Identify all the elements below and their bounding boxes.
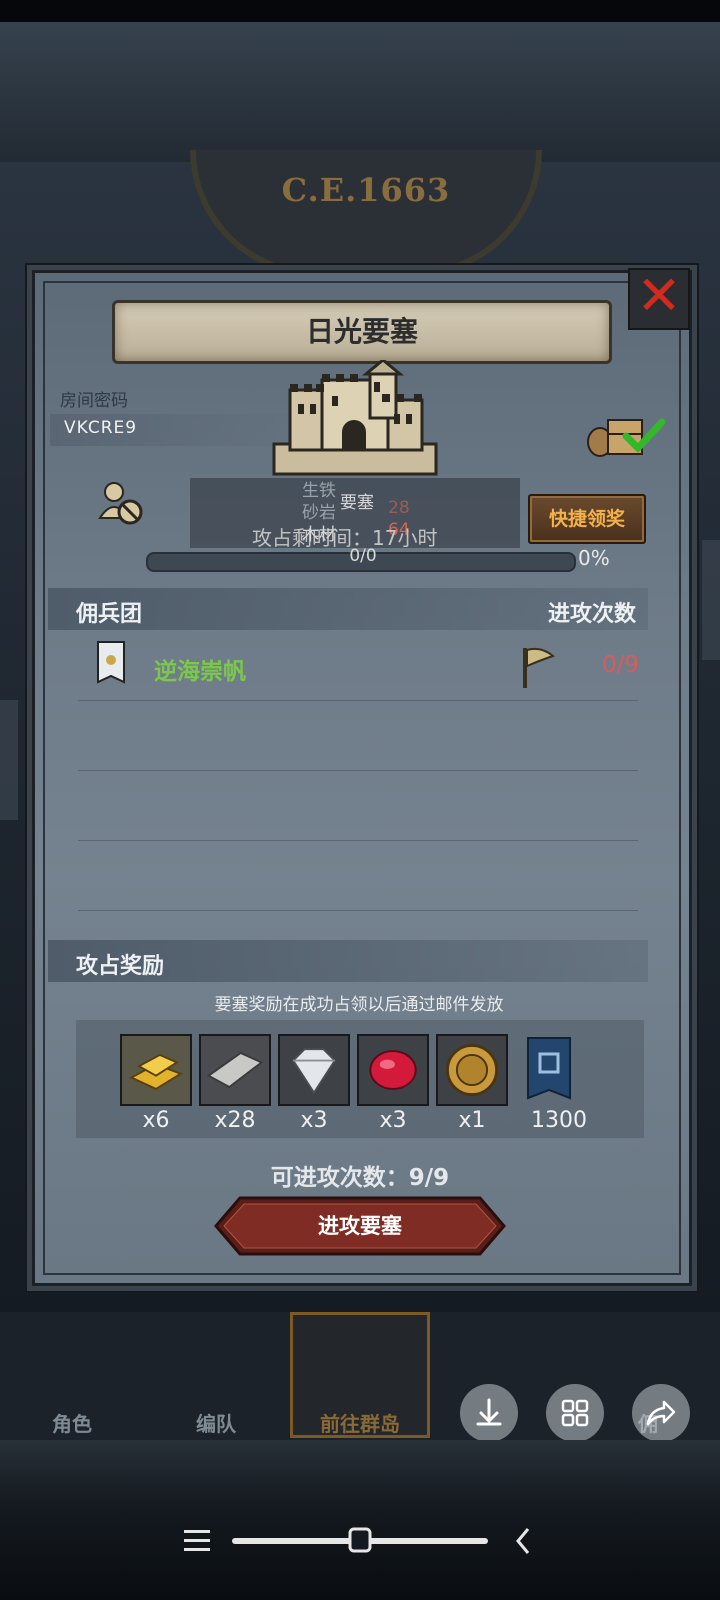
back-icon[interactable] <box>516 1528 530 1554</box>
side-decoration-right <box>702 540 720 660</box>
nav-tab-character[interactable]: 角色 <box>2 1408 142 1437</box>
system-navigation-bar <box>184 1527 530 1554</box>
room-code-label: 房间密码 <box>60 391 128 411</box>
download-button[interactable] <box>460 1384 518 1442</box>
castle-icon <box>272 360 438 476</box>
menu-icon[interactable] <box>184 1530 210 1551</box>
year-label: C.E.1663 <box>281 171 451 209</box>
list-divider <box>78 700 638 701</box>
info-sandstone-value: 28 <box>388 498 410 518</box>
list-divider <box>78 910 638 911</box>
banner-icon[interactable] <box>522 1034 576 1106</box>
status-bar <box>0 0 720 22</box>
attack-fortress-label[interactable]: 进攻要塞 <box>214 1196 506 1256</box>
medal-icon[interactable] <box>436 1034 508 1106</box>
home-icon[interactable] <box>348 1527 372 1553</box>
attacks-header: 进攻次数 <box>548 602 637 627</box>
dialog-title-banner: 日光要塞 <box>112 300 612 364</box>
reward-qty: x3 <box>300 1108 328 1133</box>
list-divider <box>78 770 638 771</box>
list-divider <box>78 840 638 841</box>
reward-qty: x1 <box>458 1108 486 1133</box>
dialog-title: 日光要塞 <box>305 315 418 348</box>
nav-tab-islands[interactable]: 前往群岛 <box>290 1408 430 1437</box>
mercenary-attack-count: 0/9 <box>602 652 640 678</box>
download-icon <box>476 1398 502 1426</box>
nav-tab-formation[interactable]: 编队 <box>146 1408 286 1437</box>
gold-bar-icon[interactable] <box>120 1034 192 1106</box>
grid-icon <box>561 1399 589 1427</box>
info-fortress-label: 要塞 <box>340 493 374 513</box>
close-icon: ✕ <box>636 264 682 327</box>
quick-claim-button[interactable]: 快捷领奖 <box>528 494 646 544</box>
share-icon <box>646 1400 676 1426</box>
rewards-header: 攻占奖励 <box>76 954 165 979</box>
guild-banner-icon <box>97 641 125 684</box>
reward-qty: x3 <box>379 1108 407 1133</box>
occupation-progress-text: 0/0 <box>349 546 377 566</box>
attack-flag-icon <box>523 647 556 688</box>
diamond-icon[interactable] <box>278 1034 350 1106</box>
room-code-value[interactable]: VKCRE9 <box>64 418 137 438</box>
top-background <box>0 22 720 162</box>
iron-bar-icon[interactable] <box>199 1034 271 1106</box>
ruby-icon[interactable] <box>357 1034 429 1106</box>
no-team-icon <box>98 482 143 525</box>
mercenary-header: 佣兵团 <box>76 602 143 627</box>
reward-qty: x28 <box>214 1108 256 1133</box>
remaining-attacks: 可进攻次数：9/9 <box>270 1165 450 1191</box>
occupation-progress-percent: 0% <box>578 546 610 570</box>
close-button[interactable]: ✕ <box>628 268 690 330</box>
mercenary-name[interactable]: 逆海崇帆 <box>154 652 246 686</box>
grid-button[interactable] <box>546 1384 604 1442</box>
reward-qty: 1300 <box>531 1108 587 1133</box>
share-button[interactable] <box>632 1384 690 1442</box>
reward-qty: x6 <box>142 1108 170 1133</box>
claimed-check-icon <box>622 418 666 454</box>
side-decoration-left <box>0 700 18 820</box>
rewards-note: 要塞奖励在成功占领以后通过邮件发放 <box>214 995 504 1015</box>
